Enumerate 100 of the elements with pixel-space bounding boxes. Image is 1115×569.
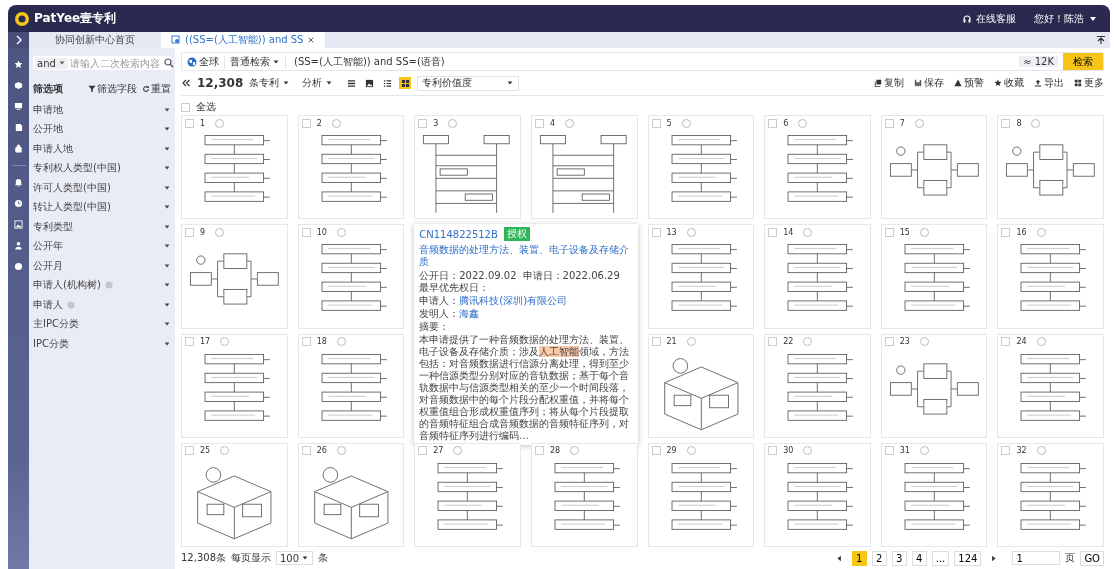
save-action[interactable]: 保存 — [914, 76, 944, 90]
select-all-checkbox[interactable]: 全选 — [181, 99, 216, 115]
analysis-dropdown[interactable]: 分析 — [302, 76, 334, 90]
lock-icon[interactable] — [14, 144, 23, 153]
page-button[interactable]: 2 — [871, 550, 887, 566]
person-icon[interactable] — [14, 241, 23, 250]
close-icon[interactable] — [307, 36, 316, 44]
card-checkbox[interactable] — [768, 227, 778, 237]
patent-card[interactable]: 22 — [764, 333, 871, 438]
filter-fields-button[interactable]: 筛选字段 — [88, 82, 137, 96]
patent-title-link[interactable]: 音频数据的处理方法、装置、电子设备及存储介质 — [419, 244, 633, 269]
tab[interactable]: ((SS=(人工智能)) and SS — [161, 32, 326, 48]
filter-item[interactable]: 公开地 — [33, 119, 171, 139]
patent-card[interactable]: 8 — [997, 115, 1104, 220]
patent-card[interactable]: 1 — [181, 115, 288, 220]
go-button[interactable]: GO — [1080, 550, 1104, 566]
patent-number-link[interactable]: CN114822512B — [419, 228, 498, 240]
inventor-link[interactable]: 海鑫 — [459, 308, 480, 321]
filter-item[interactable]: 公开月 — [33, 256, 171, 276]
card-checkbox[interactable] — [651, 446, 661, 456]
patent-card[interactable]: 14 — [764, 224, 871, 329]
card-checkbox[interactable] — [1001, 227, 1011, 237]
alert-action[interactable]: 预警 — [954, 76, 984, 90]
support-link[interactable]: 在线客服 — [962, 11, 1016, 26]
card-checkbox[interactable] — [301, 337, 311, 346]
collapse-left-icon[interactable] — [181, 78, 191, 88]
more-action[interactable]: 更多 — [1074, 76, 1104, 90]
view-toggle[interactable] — [381, 77, 394, 89]
card-checkbox[interactable] — [651, 118, 661, 128]
card-checkbox[interactable] — [884, 227, 894, 237]
patent-card[interactable]: 4 — [530, 115, 638, 220]
doc-icon[interactable] — [14, 123, 23, 132]
bell-icon[interactable] — [14, 178, 23, 187]
filter-item[interactable]: 专利权人类型(中国) — [33, 158, 171, 178]
filter-item[interactable]: 专利类型 — [33, 217, 171, 237]
patent-card[interactable]: 3 — [414, 115, 521, 220]
page-button[interactable]: 124 — [954, 550, 982, 566]
patent-card[interactable]: 21 — [647, 333, 755, 438]
card-checkbox[interactable] — [651, 337, 661, 346]
view-toggle[interactable] — [363, 77, 376, 89]
expand-button[interactable] — [8, 32, 29, 48]
operator-select[interactable]: and — [35, 57, 68, 69]
tab[interactable]: 协同创新中心首页 — [29, 32, 161, 48]
patent-card[interactable]: 2 — [297, 115, 405, 220]
patent-card[interactable]: 7 — [880, 115, 988, 220]
patent-card[interactable]: 23 — [880, 333, 988, 438]
card-checkbox[interactable] — [301, 227, 311, 237]
result-unit-dropdown[interactable]: 条专利 — [249, 76, 291, 90]
per-page-select[interactable]: 100 — [276, 551, 314, 565]
cube-icon[interactable] — [14, 81, 23, 90]
card-checkbox[interactable] — [768, 446, 778, 456]
clock-icon[interactable] — [14, 199, 23, 208]
patent-card[interactable]: 29 — [647, 442, 755, 547]
filter-item[interactable]: IPC分类 — [33, 334, 171, 354]
card-checkbox[interactable] — [534, 446, 544, 456]
star-icon[interactable] — [14, 60, 23, 69]
card-checkbox[interactable] — [185, 118, 194, 128]
card-checkbox[interactable] — [301, 446, 311, 456]
image-icon[interactable] — [14, 220, 23, 229]
filter-item[interactable]: 主IPC分类 — [33, 314, 171, 334]
filter-item[interactable]: 申请人 — [33, 295, 171, 315]
card-checkbox[interactable] — [418, 118, 428, 128]
page-input[interactable]: 1 — [1012, 551, 1061, 565]
card-checkbox[interactable] — [884, 118, 894, 128]
page-button[interactable]: 1 — [851, 550, 867, 566]
card-checkbox[interactable] — [1001, 446, 1011, 456]
patent-card[interactable]: 27 — [414, 442, 521, 547]
filter-item[interactable]: 申请地 — [33, 100, 171, 120]
patent-card[interactable]: 13 — [647, 224, 755, 329]
card-checkbox[interactable] — [768, 337, 778, 346]
card-checkbox[interactable] — [185, 446, 194, 456]
reset-button[interactable]: 重置 — [142, 82, 171, 96]
card-checkbox[interactable] — [651, 227, 661, 237]
card-checkbox[interactable] — [884, 446, 894, 456]
view-toggle[interactable] — [345, 77, 358, 89]
card-checkbox[interactable] — [534, 118, 544, 128]
patent-card[interactable]: 10 — [297, 224, 405, 329]
page-button[interactable]: 3 — [891, 550, 907, 566]
page-button[interactable]: ... — [931, 550, 950, 566]
copy-action[interactable]: 复制 — [874, 76, 904, 90]
filter-item[interactable]: 申请人地 — [33, 139, 171, 159]
card-checkbox[interactable] — [768, 118, 778, 128]
patent-card[interactable]: 9 — [181, 224, 288, 329]
filter-item[interactable]: 转让人类型(中国) — [33, 197, 171, 217]
star-action[interactable]: 收藏 — [994, 76, 1024, 90]
patent-card[interactable]: 25 — [181, 442, 288, 547]
dot-icon[interactable] — [14, 262, 23, 271]
patent-card[interactable]: 15 — [880, 224, 988, 329]
search-icon[interactable] — [163, 58, 174, 68]
patent-card[interactable]: 28 — [530, 442, 638, 547]
patent-card[interactable]: 26 — [297, 442, 405, 547]
patent-card[interactable]: 6 — [764, 115, 871, 220]
patent-card[interactable]: 24 — [997, 333, 1104, 438]
screen-icon[interactable] — [14, 102, 23, 111]
patent-card[interactable]: 18 — [297, 333, 405, 438]
sort-select[interactable]: 专利价值度 — [417, 75, 520, 91]
card-checkbox[interactable] — [418, 446, 428, 456]
patent-card[interactable]: 16 — [997, 224, 1104, 329]
patent-card[interactable]: 17 — [181, 333, 288, 438]
filter-item[interactable]: 申请人(机构树) — [33, 275, 171, 295]
